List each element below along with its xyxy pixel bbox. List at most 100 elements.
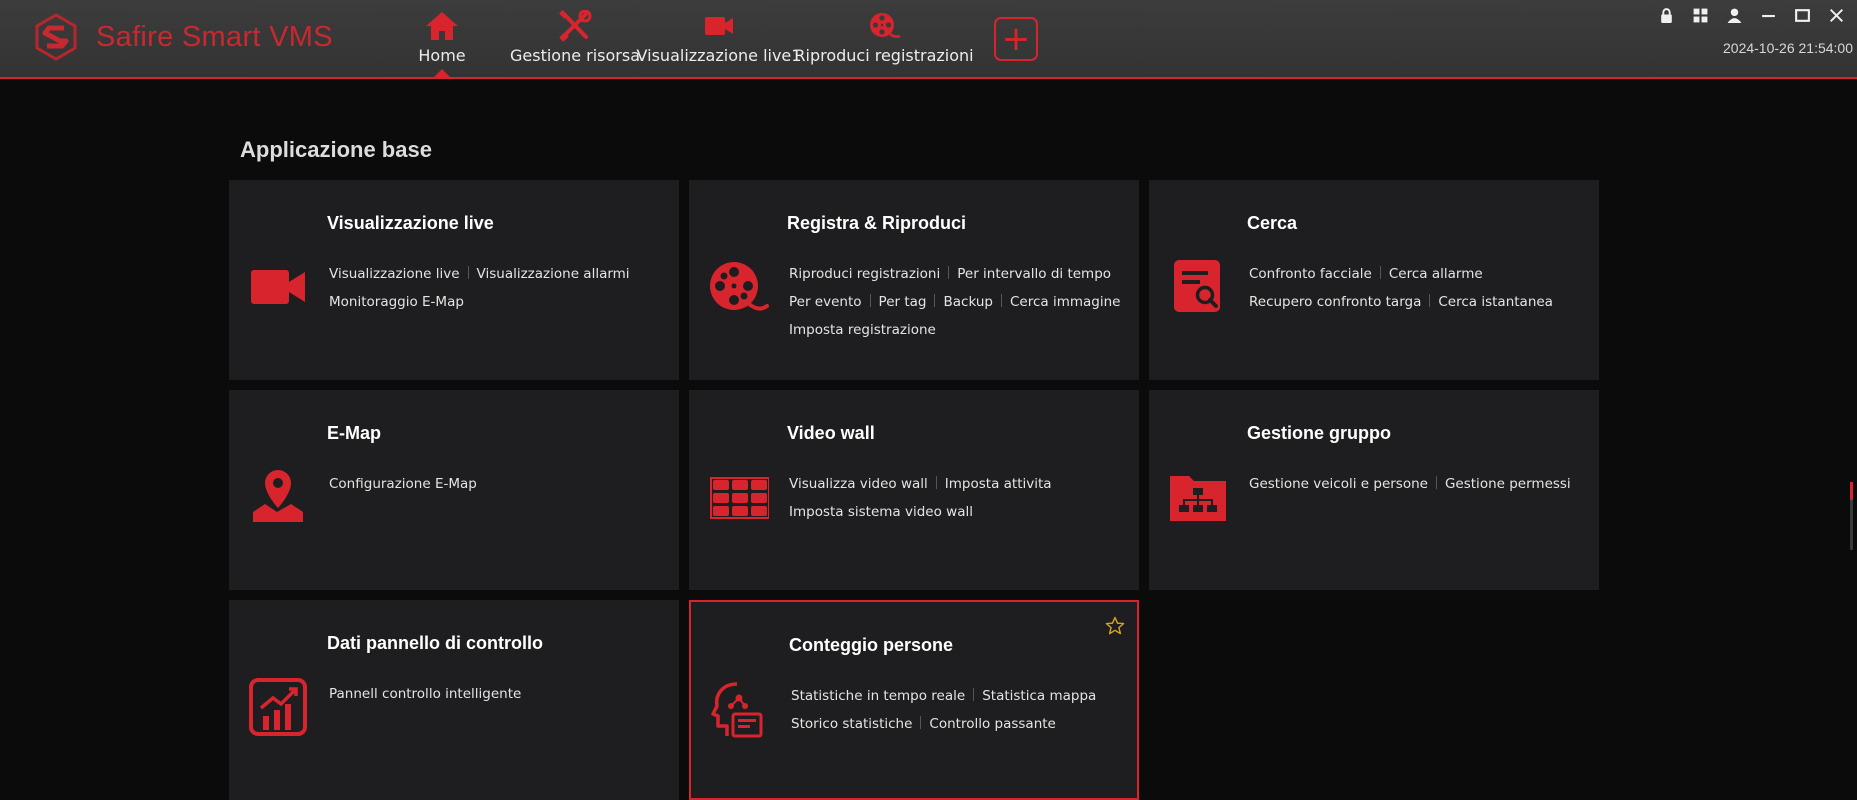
- video-camera-icon: [251, 270, 305, 304]
- tab-home[interactable]: Home: [416, 10, 468, 78]
- scrollbar[interactable]: [1850, 482, 1853, 550]
- card-links: Visualizzazione live Visualizzazione alla…: [329, 260, 669, 316]
- card-icon: [707, 256, 769, 318]
- card-search[interactable]: Cerca Confronto facciale Cerca allarme Re…: [1149, 180, 1599, 380]
- card-people-counting[interactable]: Conteggio persone Statistiche in tempo r…: [689, 600, 1139, 800]
- tab-playback[interactable]: Riproduci registrazioni: [794, 10, 974, 68]
- link-permissions[interactable]: Gestione permessi: [1445, 470, 1571, 498]
- top-bar: Safire Smart VMS Home Gestione risorsa V…: [0, 0, 1857, 79]
- grid-icon: [1693, 8, 1707, 22]
- link-separator: [869, 294, 871, 307]
- link-backup[interactable]: Backup: [943, 288, 993, 316]
- org-folder-icon: [1170, 476, 1226, 521]
- maximize-button[interactable]: [1785, 4, 1819, 26]
- card-links: Confronto facciale Cerca allarme Recupero…: [1249, 260, 1589, 316]
- safire-logo-icon: [35, 13, 77, 61]
- card-emap[interactable]: E-Map Configurazione E-Map: [229, 390, 679, 590]
- video-wall-icon: [710, 477, 770, 519]
- link-separator: [948, 266, 950, 279]
- link-by-tag[interactable]: Per tag: [879, 288, 927, 316]
- user-button[interactable]: [1717, 4, 1751, 26]
- card-live-view[interactable]: Visualizzazione live Visualizzazione liv…: [229, 180, 679, 380]
- tools-icon: [559, 10, 592, 42]
- link-set-activity[interactable]: Imposta attivita: [945, 470, 1052, 498]
- link-snapshot-search[interactable]: Cerca istantanea: [1438, 288, 1553, 316]
- card-title: Gestione gruppo: [1247, 423, 1391, 443]
- close-button[interactable]: [1819, 4, 1853, 26]
- tab-label: Home: [418, 46, 466, 65]
- link-passing-control[interactable]: Controllo passante: [929, 710, 1055, 738]
- card-links: Gestione veicoli e persone Gestione perme…: [1249, 470, 1589, 498]
- link-separator: [1000, 294, 1002, 307]
- link-by-event[interactable]: Per evento: [789, 288, 862, 316]
- link-smart-dashboard[interactable]: Pannell controllo intelligente: [329, 680, 521, 708]
- film-reel-icon: [870, 13, 901, 38]
- card-links: Pannell controllo intelligente: [329, 680, 669, 708]
- link-separator: [920, 716, 922, 729]
- link-separator: [1379, 266, 1381, 279]
- link-alarm-view[interactable]: Visualizzazione allarmi: [477, 260, 630, 288]
- link-emap-monitoring[interactable]: Monitoraggio E-Map: [329, 288, 464, 316]
- card-links: Visualizza video wall Imposta attivita Im…: [789, 470, 1129, 526]
- link-video-wall-system[interactable]: Imposta sistema video wall: [789, 498, 973, 526]
- card-icon: [707, 466, 770, 528]
- link-stats-history[interactable]: Storico statistiche: [791, 710, 912, 738]
- tab-label: Riproduci registrazioni: [794, 46, 974, 65]
- scrollbar-thumb[interactable]: [1850, 482, 1853, 500]
- card-links: Configurazione E-Map: [329, 470, 669, 498]
- card-group-management[interactable]: Gestione gruppo Gestione veicoli e perso…: [1149, 390, 1599, 590]
- card-links: Riproduci registrazioni Per intervallo di…: [789, 260, 1129, 344]
- link-plate-recovery[interactable]: Recupero confronto targa: [1249, 288, 1421, 316]
- card-title: Dati pannello di controllo: [327, 633, 543, 653]
- film-reel-icon: [710, 262, 769, 311]
- card-icon: [247, 676, 309, 738]
- link-emap-config[interactable]: Configurazione E-Map: [329, 470, 477, 498]
- link-alarm-search[interactable]: Cerca allarme: [1389, 260, 1483, 288]
- card-links: Statistiche in tempo reale Statistica map…: [791, 682, 1131, 738]
- link-by-time[interactable]: Per intervallo di tempo: [957, 260, 1111, 288]
- card-icon: [1167, 256, 1229, 318]
- video-camera-icon: [705, 17, 733, 35]
- link-separator: [1435, 476, 1437, 489]
- layout-button[interactable]: [1683, 4, 1717, 26]
- map-pin-icon: [253, 470, 303, 522]
- star-icon[interactable]: [1105, 616, 1125, 636]
- window-controls: [1649, 4, 1853, 26]
- card-record-playback[interactable]: Registra & Riproduci Riproduci registraz…: [689, 180, 1139, 380]
- card-title: Conteggio persone: [789, 635, 954, 655]
- link-playback[interactable]: Riproduci registrazioni: [789, 260, 940, 288]
- card-icon: [247, 466, 309, 528]
- link-vehicles-people[interactable]: Gestione veicoli e persone: [1249, 470, 1428, 498]
- datetime-display: 2024-10-26 21:54:00: [1723, 40, 1853, 56]
- add-tab-button[interactable]: +: [994, 17, 1038, 61]
- link-record-settings[interactable]: Imposta registrazione: [789, 316, 936, 344]
- card-dashboard-data[interactable]: Dati pannello di controllo Pannell contr…: [229, 600, 679, 800]
- user-icon: [1727, 8, 1741, 23]
- link-separator: [973, 688, 975, 701]
- link-map-stats[interactable]: Statistica mappa: [982, 682, 1096, 710]
- card-video-wall[interactable]: Video wall Visualizza video wall Imposta …: [689, 390, 1139, 590]
- lock-button[interactable]: [1649, 4, 1683, 26]
- tab-label: Visualizzazione live1: [636, 46, 802, 65]
- head-analytics-icon: [711, 682, 763, 738]
- link-separator: [934, 294, 936, 307]
- link-live-view[interactable]: Visualizzazione live: [329, 260, 460, 288]
- minimize-icon: [1761, 14, 1775, 17]
- tab-label: Gestione risorsa: [509, 46, 641, 65]
- link-separator: [935, 476, 937, 489]
- card-title: Cerca: [1247, 213, 1298, 233]
- card-title: E-Map: [327, 423, 381, 443]
- link-separator: [467, 266, 469, 279]
- link-face-compare[interactable]: Confronto facciale: [1249, 260, 1372, 288]
- chart-icon: [249, 678, 307, 736]
- link-image-search[interactable]: Cerca immagine: [1010, 288, 1120, 316]
- card-title: Visualizzazione live: [327, 213, 494, 233]
- tab-resource-management[interactable]: Gestione risorsa: [510, 10, 640, 68]
- link-realtime-stats[interactable]: Statistiche in tempo reale: [791, 682, 965, 710]
- card-title: Video wall: [787, 423, 875, 443]
- card-title: Registra & Riproduci: [787, 213, 967, 233]
- minimize-button[interactable]: [1751, 4, 1785, 26]
- tab-live-view-1[interactable]: Visualizzazione live1: [637, 10, 801, 68]
- close-icon: [1829, 8, 1843, 22]
- link-view-video-wall[interactable]: Visualizza video wall: [789, 470, 928, 498]
